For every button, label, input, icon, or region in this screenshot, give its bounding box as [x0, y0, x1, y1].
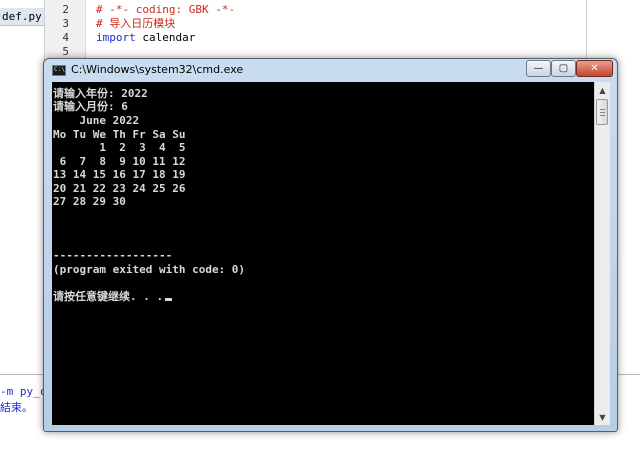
thumb-grip-line	[600, 112, 605, 113]
cmd-window[interactable]: C:\ C:\Windows\system32\cmd.exe — ▢ ✕ 请输…	[43, 58, 618, 432]
console-output[interactable]: 请输入年份: 2022 请输入月份: 6 June 2022 Mo Tu We …	[52, 82, 594, 425]
module-name: calendar	[142, 31, 196, 44]
scroll-thumb[interactable]	[596, 99, 608, 125]
calendar-week-row: 6 7 8 9 10 11 12	[53, 155, 186, 168]
console-line-month-prompt: 请输入月份: 6	[53, 100, 128, 113]
scroll-down-arrow-icon[interactable]: ▼	[595, 409, 610, 425]
calendar-week-row: 27 28 29 30	[53, 195, 126, 208]
maximize-icon: ▢	[558, 63, 569, 74]
close-icon: ✕	[590, 63, 599, 74]
file-tab-def-py[interactable]: def.py	[0, 8, 44, 26]
continue-prompt-text: 请按任意键继续. . .	[53, 290, 164, 303]
thumb-grip-line	[600, 115, 605, 116]
title-bar[interactable]: C:\ C:\Windows\system32\cmd.exe — ▢ ✕	[44, 59, 617, 81]
thumb-grip-line	[600, 109, 605, 110]
console-separator-line: ------------------	[53, 249, 173, 262]
maximize-button[interactable]: ▢	[551, 60, 576, 77]
console-exit-message: (program exited with code: 0)	[53, 263, 246, 276]
console-continue-prompt: 请按任意键继续. . .	[53, 290, 173, 303]
console-line-year-prompt: 请输入年份: 2022	[53, 87, 148, 100]
minimize-icon: —	[533, 63, 544, 74]
close-button[interactable]: ✕	[576, 60, 613, 77]
window-title: C:\Windows\system32\cmd.exe	[71, 63, 244, 76]
calendar-week-row: 20 21 22 23 24 25 26	[53, 182, 186, 195]
calendar-week-row: 1 2 3 4 5	[53, 141, 186, 154]
output-line: 結束。	[0, 401, 33, 414]
vertical-scrollbar[interactable]: ▲ ▼	[594, 82, 610, 425]
text-cursor	[165, 298, 173, 301]
scroll-up-arrow-icon[interactable]: ▲	[595, 82, 610, 98]
margin-guide-line	[586, 0, 587, 60]
cmd-icon-glyph: C:\	[54, 66, 65, 73]
calendar-weekday-header: Mo Tu We Th Fr Sa Su	[53, 128, 186, 141]
import-keyword: import	[96, 31, 136, 44]
code-line-import: import calendar	[96, 30, 195, 46]
calendar-month-title: June 2022	[53, 114, 140, 127]
minimize-button[interactable]: —	[526, 60, 551, 77]
cmd-app-icon[interactable]: C:\	[52, 65, 66, 76]
calendar-week-row: 13 14 15 16 17 18 19	[53, 168, 186, 181]
